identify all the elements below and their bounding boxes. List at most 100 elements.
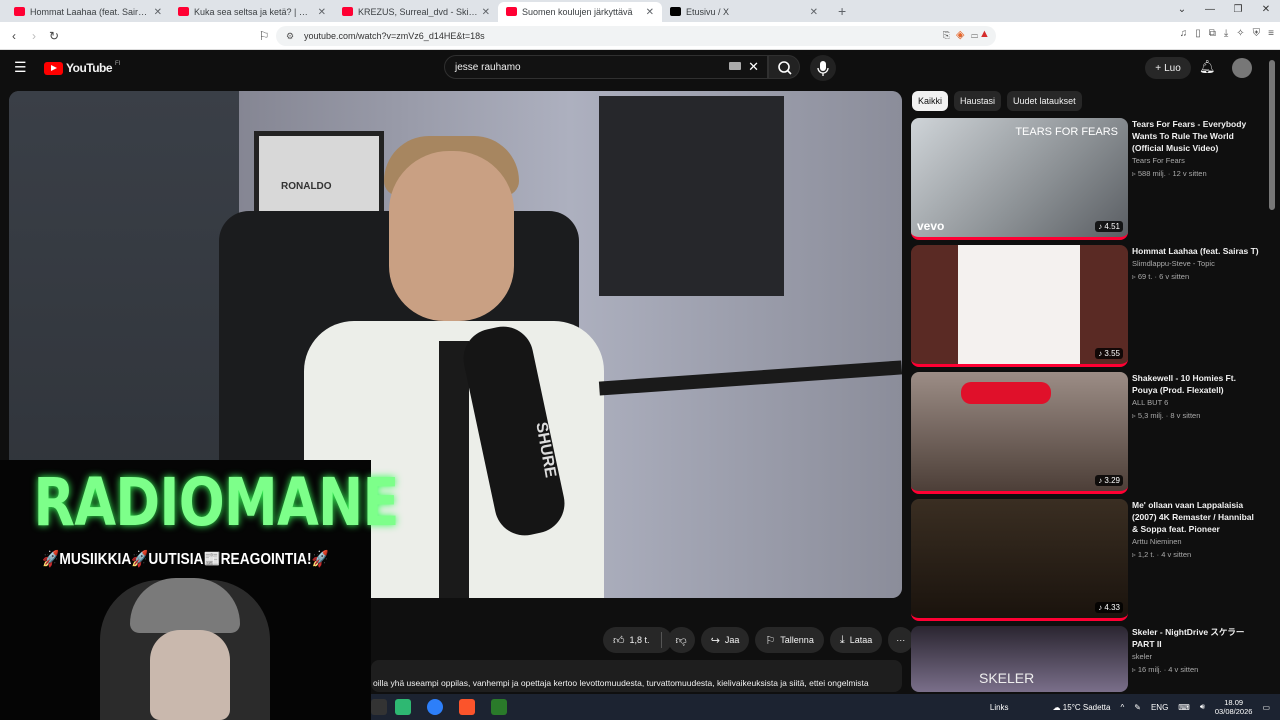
guide-menu-icon[interactable]: ☰ xyxy=(14,59,27,76)
brave-browser-icon[interactable] xyxy=(459,699,475,715)
recommendation-item[interactable]: ♪ 3.55 Hommat Laahaa (feat. Sairas T) Slim… xyxy=(911,245,1266,367)
download-button[interactable]: ⤓ Lataa xyxy=(829,627,883,653)
taskbar-app-icon[interactable] xyxy=(371,699,387,715)
maximize-button[interactable]: ❐ xyxy=(1224,0,1252,20)
overlay-title: RADIOMANE xyxy=(33,464,399,541)
taskbar-clock[interactable]: 18.09 03/08/2026 xyxy=(1215,698,1253,716)
overlay-subtitle: 🚀MUSIIKKIA🚀UUTISIA📰REAGOINTIA!🚀 xyxy=(42,551,329,568)
share-button[interactable]: ↪ Jaa xyxy=(700,627,750,653)
more-actions-button[interactable]: ··· xyxy=(888,627,914,653)
browser-tab[interactable]: Hommat Laahaa (feat. Sairas T) - You✕ xyxy=(6,2,170,22)
browser-tab[interactable]: Kuka sea seltsa ja ketä? | Sportbkatp✕ xyxy=(170,2,334,22)
video-thumbnail[interactable]: SKELER xyxy=(911,626,1128,692)
tab-favicon-icon xyxy=(14,7,25,16)
notification-center-icon[interactable]: ▭ xyxy=(1262,703,1270,712)
channel-name[interactable]: ALL BUT 6 xyxy=(1132,397,1260,409)
search-input[interactable]: jesse rauhamo ✕ xyxy=(444,55,768,79)
chip-filter[interactable]: Kaikki xyxy=(912,91,949,111)
webcam-face xyxy=(150,630,230,720)
close-tab-icon[interactable]: ✕ xyxy=(318,7,326,18)
back-button[interactable]: ‹ xyxy=(4,29,24,43)
close-tab-icon[interactable]: ✕ xyxy=(482,7,490,18)
downloads-icon[interactable]: ⤓ xyxy=(1224,28,1228,39)
bookmark-icon[interactable]: ⚐ xyxy=(254,29,274,43)
tray-overflow-icon[interactable]: ^ xyxy=(1120,703,1124,712)
keyboard-icon[interactable] xyxy=(729,62,741,70)
video-description[interactable]: oilla yhä useampi oppilas, vanhempi ja o… xyxy=(371,660,902,692)
pen-icon[interactable]: ✎ xyxy=(1134,703,1141,712)
extensions-icon[interactable]: ⧉ xyxy=(1209,28,1216,39)
taskbar-store-icon[interactable] xyxy=(395,699,411,715)
more-icon: ··· xyxy=(896,635,906,645)
chip-filter[interactable]: Haustasi xyxy=(954,91,1002,111)
recommendation-item[interactable]: ♪ 3.29 Shakewell - 10 Homies Ft. Pouya (P… xyxy=(911,372,1266,494)
vpn-icon[interactable]: ⛨ xyxy=(1253,28,1261,39)
page-scrollbar[interactable] xyxy=(1268,52,1276,692)
browser-tab[interactable]: Etusivu / X ✕ xyxy=(662,2,826,22)
close-tab-icon[interactable]: ✕ xyxy=(810,7,818,18)
channel-name[interactable]: Tears For Fears xyxy=(1132,155,1260,167)
search-button[interactable] xyxy=(768,55,800,79)
recommendation-chips: Kaikki Haustasi Uudet lataukset xyxy=(912,91,1082,111)
duration-badge: ♪ 3.29 xyxy=(1095,475,1123,486)
recommendation-title[interactable]: Me' ollaan vaan Lappalaisia (2007) 4K Re… xyxy=(1132,499,1260,561)
video-thumbnail[interactable]: ♪ 4.33 xyxy=(911,499,1128,621)
weather-widget[interactable]: ☁︎ 15°C Sadetta xyxy=(1053,703,1111,712)
recommendation-item[interactable]: ♪ 4.33 Me' ollaan vaan Lappalaisia (2007)… xyxy=(911,499,1266,621)
brave-rewards-icon[interactable]: ▲ xyxy=(979,28,990,40)
site-info-icon[interactable]: ⚙ xyxy=(286,31,294,42)
channel-name[interactable]: Slimdlappu-Steve - Topic xyxy=(1132,258,1260,270)
like-button[interactable]: 👍︎ 1,8 t. xyxy=(603,627,672,653)
edge-browser-icon[interactable] xyxy=(427,699,443,715)
close-tab-icon[interactable]: ✕ xyxy=(646,7,654,18)
new-tab-button[interactable]: + xyxy=(838,3,846,19)
window-controls: ⌄ — ❐ ✕ xyxy=(1168,0,1280,20)
language-indicator[interactable]: ENG xyxy=(1151,703,1168,712)
notifications-bell-icon[interactable]: 🔔︎ xyxy=(1199,59,1216,75)
recommendation-title[interactable]: Skeler - NightDrive スケラー PART II skeler ▹ … xyxy=(1132,626,1260,676)
menu-icon[interactable]: ≡ xyxy=(1268,28,1274,39)
volume-icon[interactable]: 🔊︎ xyxy=(1200,702,1205,712)
chip-filter[interactable]: Uudet lataukset xyxy=(1007,91,1082,111)
recommendation-item[interactable]: SKELER Skeler - NightDrive スケラー PART II sk… xyxy=(911,626,1266,692)
wallet-icon[interactable]: ✧ xyxy=(1236,28,1244,39)
close-window-button[interactable]: ✕ xyxy=(1252,0,1280,20)
video-meta: ▹ 69 t. · 6 v sitten xyxy=(1132,272,1190,281)
recommendation-title[interactable]: Shakewell - 10 Homies Ft. Pouya (Prod. F… xyxy=(1132,372,1260,422)
microphone-icon xyxy=(817,61,829,76)
create-button[interactable]: + Luo xyxy=(1145,57,1191,79)
youtube-logo[interactable]: YouTube FI xyxy=(44,61,120,75)
reload-button[interactable]: ↻ xyxy=(44,29,64,43)
links-toolbar[interactable]: Links xyxy=(990,703,1009,712)
recommendation-title[interactable]: Hommat Laahaa (feat. Sairas T) Slimdlappu… xyxy=(1132,245,1260,283)
url-field[interactable]: ⚙ youtube.com/watch?v=zmVz6_d14HE&t=18s … xyxy=(276,26,996,46)
browser-tab[interactable]: Suomen koulujen järkyttävä ✕ xyxy=(498,2,662,22)
video-thumbnail[interactable]: ♪ 3.55 xyxy=(911,245,1128,367)
brave-shields-icon[interactable]: ◈ xyxy=(956,28,964,41)
sidebar-icon[interactable]: ▯ xyxy=(1195,28,1201,39)
dislike-button[interactable]: 👎︎ xyxy=(667,627,695,653)
tab-favicon-icon xyxy=(178,7,189,16)
recommendation-item[interactable]: TEARS FOR FEARS vevo ♪ 4.51 Tears For Fears… xyxy=(911,118,1266,240)
close-tab-icon[interactable]: ✕ xyxy=(154,7,162,18)
duration-badge: ♪ 4.51 xyxy=(1095,221,1123,232)
video-thumbnail[interactable]: ♪ 3.29 xyxy=(911,372,1128,494)
network-icon[interactable]: ⌨ xyxy=(1178,703,1190,712)
forward-button[interactable]: › xyxy=(24,29,44,43)
voice-search-button[interactable] xyxy=(810,55,836,81)
duration-badge: ♪ 4.33 xyxy=(1095,602,1123,613)
recommendation-title[interactable]: Tears For Fears - Everybody Wants To Rul… xyxy=(1132,118,1260,180)
search-value: jesse rauhamo xyxy=(455,61,521,73)
save-button[interactable]: ⚐ Tallenna xyxy=(755,627,824,653)
channel-name[interactable]: Arttu Nieminen xyxy=(1132,536,1260,548)
media-icon[interactable]: ♫ xyxy=(1180,28,1188,39)
account-avatar[interactable] xyxy=(1232,58,1252,78)
browser-tab[interactable]: KREZUS, Surreal_dvd - Skins (Ultra Sl✕ xyxy=(334,2,498,22)
streaming-app-icon[interactable] xyxy=(491,699,507,715)
channel-name[interactable]: skeler xyxy=(1132,651,1260,663)
youtube-play-icon xyxy=(44,61,63,75)
clear-search-icon[interactable]: ✕ xyxy=(748,59,759,75)
minimize-button[interactable]: — xyxy=(1196,0,1224,20)
chevron-down-icon[interactable]: ⌄ xyxy=(1168,0,1196,20)
video-thumbnail[interactable]: TEARS FOR FEARS vevo ♪ 4.51 xyxy=(911,118,1128,240)
